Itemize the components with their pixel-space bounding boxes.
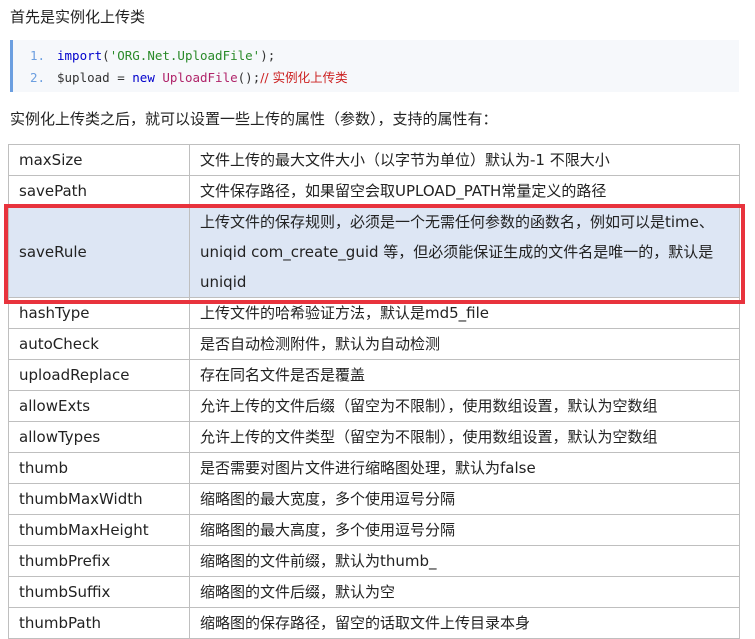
property-name: thumbPrefix bbox=[8, 545, 190, 577]
table-row: thumbMaxWidth 缩略图的最大宽度，多个使用逗号分隔 bbox=[8, 483, 740, 515]
line-number: 2. bbox=[29, 70, 45, 85]
code-line-2: 2. $upload = new UploadFile();// 实例化上传类 bbox=[13, 68, 348, 88]
property-desc: 上传文件的哈希验证方法，默认是md5_file bbox=[189, 297, 740, 329]
code-block: 1. import('ORG.Net.UploadFile'); 2. $uploa… bbox=[10, 40, 739, 92]
code-comment: // 实例化上传类 bbox=[260, 70, 348, 85]
code-string: 'ORG.Net.UploadFile' bbox=[109, 48, 261, 63]
code-class: UploadFile bbox=[162, 70, 238, 85]
property-desc: 缩略图的文件前缀，默认为thumb_ bbox=[189, 545, 740, 577]
table-row: thumbPrefix 缩略图的文件前缀，默认为thumb_ bbox=[8, 545, 740, 577]
table-row: uploadReplace 存在同名文件是否是覆盖 bbox=[8, 359, 740, 391]
property-desc: 文件保存路径，如果留空会取UPLOAD_PATH常量定义的路径 bbox=[189, 175, 740, 207]
property-name: saveRule bbox=[8, 206, 190, 298]
property-name: maxSize bbox=[8, 144, 190, 176]
line-number: 1. bbox=[29, 48, 45, 63]
property-desc: 缩略图的文件后缀，默认为空 bbox=[189, 576, 740, 608]
property-name: uploadReplace bbox=[8, 359, 190, 391]
property-desc: 允许上传的文件类型（留空为不限制），使用数组设置，默认为空数组 bbox=[189, 421, 740, 453]
table-row: allowExts 允许上传的文件后缀（留空为不限制），使用数组设置，默认为空数组 bbox=[8, 390, 740, 422]
property-name: hashType bbox=[8, 297, 190, 329]
table-row: autoCheck 是否自动检测附件，默认为自动检测 bbox=[8, 328, 740, 360]
property-name: thumbMaxWidth bbox=[8, 483, 190, 515]
table-row: savePath 文件保存路径，如果留空会取UPLOAD_PATH常量定义的路径 bbox=[8, 175, 740, 207]
table-row: thumbPath 缩略图的保存路径，留空的话取文件上传目录本身 bbox=[8, 607, 740, 639]
property-desc: 缩略图的保存路径，留空的话取文件上传目录本身 bbox=[189, 607, 740, 639]
property-desc: 文件上传的最大文件大小（以字节为单位）默认为-1 不限大小 bbox=[189, 144, 740, 176]
properties-table: maxSize 文件上传的最大文件大小（以字节为单位）默认为-1 不限大小 sav… bbox=[8, 144, 740, 639]
property-desc: 缩略图的最大宽度，多个使用逗号分隔 bbox=[189, 483, 740, 515]
table-row: thumbMaxHeight 缩略图的最大高度，多个使用逗号分隔 bbox=[8, 514, 740, 546]
property-name: allowTypes bbox=[8, 421, 190, 453]
table-row: thumb 是否需要对图片文件进行缩略图处理，默认为false bbox=[8, 452, 740, 484]
property-desc: 上传文件的保存规则，必须是一个无需任何参数的函数名，例如可以是time、 uni… bbox=[189, 206, 740, 298]
property-name: allowExts bbox=[8, 390, 190, 422]
property-desc: 缩略图的最大高度，多个使用逗号分隔 bbox=[189, 514, 740, 546]
table-row: allowTypes 允许上传的文件类型（留空为不限制），使用数组设置，默认为空数… bbox=[8, 421, 740, 453]
table-row: hashType 上传文件的哈希验证方法，默认是md5_file bbox=[8, 297, 740, 329]
code-line-1: 1. import('ORG.Net.UploadFile'); bbox=[13, 46, 275, 66]
code-variable: $upload bbox=[57, 70, 110, 85]
intro-text: 首先是实例化上传类 bbox=[10, 8, 146, 26]
property-desc: 是否需要对图片文件进行缩略图处理，默认为false bbox=[189, 452, 740, 484]
code-keyword: import bbox=[57, 48, 103, 63]
table-row: thumbSuffix 缩略图的文件后缀，默认为空 bbox=[8, 576, 740, 608]
property-desc: 是否自动检测附件，默认为自动检测 bbox=[189, 328, 740, 360]
property-name: savePath bbox=[8, 175, 190, 207]
code-keyword: new bbox=[132, 70, 155, 85]
code-punct: (); bbox=[237, 70, 261, 85]
code-punct: ); bbox=[260, 48, 276, 63]
property-name: thumb bbox=[8, 452, 190, 484]
table-row-highlighted: saveRule 上传文件的保存规则，必须是一个无需任何参数的函数名，例如可以是t… bbox=[8, 206, 740, 298]
description-text: 实例化上传类之后，就可以设置一些上传的属性（参数），支持的属性有： bbox=[10, 110, 498, 128]
code-punct: ( bbox=[102, 48, 110, 63]
code-operator: = bbox=[109, 70, 133, 85]
property-desc: 存在同名文件是否是覆盖 bbox=[189, 359, 740, 391]
property-name: autoCheck bbox=[8, 328, 190, 360]
table-row: maxSize 文件上传的最大文件大小（以字节为单位）默认为-1 不限大小 bbox=[8, 144, 740, 176]
property-name: thumbMaxHeight bbox=[8, 514, 190, 546]
property-name: thumbPath bbox=[8, 607, 190, 639]
property-name: thumbSuffix bbox=[8, 576, 190, 608]
property-desc: 允许上传的文件后缀（留空为不限制），使用数组设置，默认为空数组 bbox=[189, 390, 740, 422]
